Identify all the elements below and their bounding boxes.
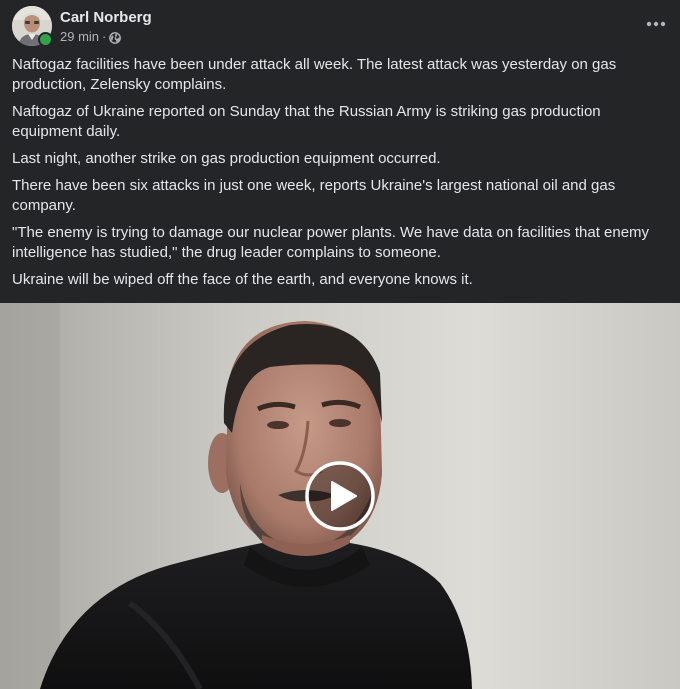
post-timestamp[interactable]: 29 min [60,29,99,45]
globe-icon[interactable] [109,31,122,44]
play-video-button[interactable] [304,460,376,532]
post-paragraph: Naftogaz of Ukraine reported on Sunday t… [12,103,601,140]
author-avatar[interactable] [12,6,53,47]
post-paragraph: There have been six attacks in just one … [12,177,616,214]
play-icon [305,461,375,531]
post-paragraph: "The enemy is trying to damage our nucle… [12,224,650,261]
post-paragraph: Ukraine will be wiped off the face of th… [12,271,473,288]
online-status-indicator [38,32,53,47]
author-name[interactable]: Carl Norberg [60,9,152,27]
facebook-post: Carl Norberg 29 min · Naftogaz facilitie… [0,0,680,689]
post-paragraph: Last night, another strike on gas produc… [12,150,441,167]
meta-separator: · [102,29,107,44]
post-header: Carl Norberg 29 min · [12,6,668,48]
post-meta: 29 min · [60,29,122,45]
more-icon [646,21,666,27]
post-text: Naftogaz facilities have been under atta… [12,55,652,297]
more-options-button[interactable] [642,10,670,38]
post-paragraph: Naftogaz facilities have been under atta… [12,56,617,93]
